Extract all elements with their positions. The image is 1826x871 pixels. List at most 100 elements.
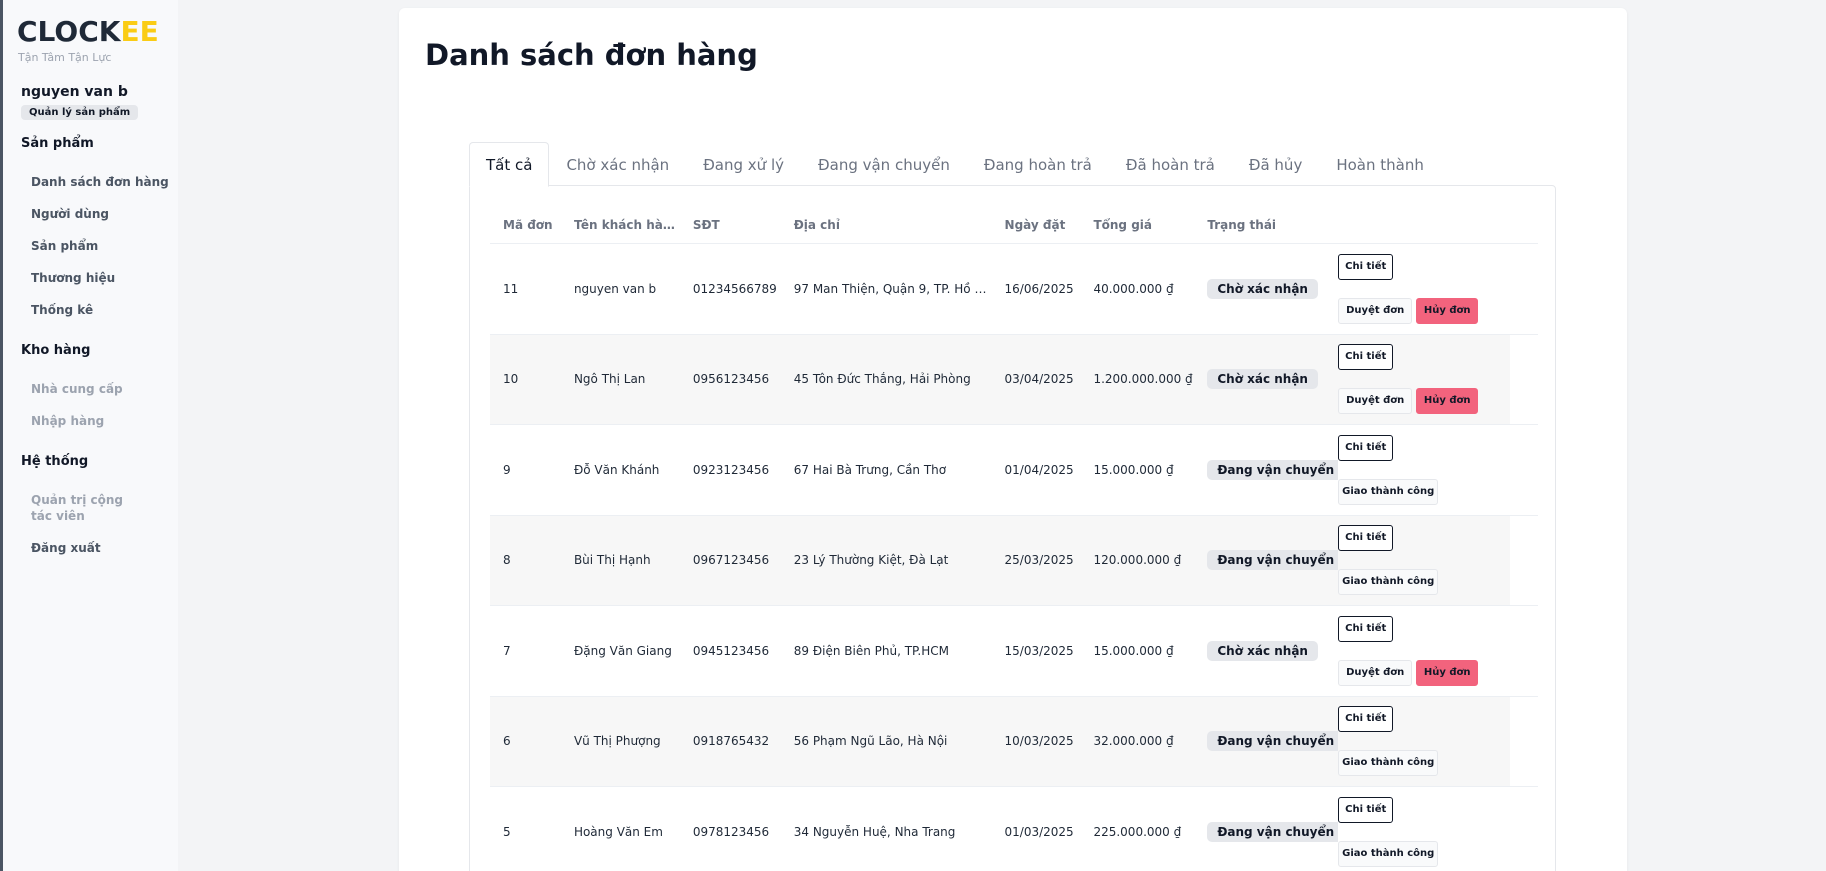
- sidebar: CLOCKEE Tận Tâm Tận Lực nguyen van b Quả…: [3, 0, 178, 871]
- cancel-order-button[interactable]: Hủy đơn: [1416, 297, 1479, 324]
- sidebar-item-suppliers[interactable]: Nhà cung cấp: [3, 381, 178, 397]
- detail-button[interactable]: Chi tiết: [1338, 796, 1394, 823]
- header-customer-name: Tên khách hàng: [573, 217, 680, 232]
- customer-phone: 0956123456: [692, 372, 770, 387]
- sidebar-item-statistics[interactable]: Thống kê: [3, 302, 178, 318]
- status-badge: Chờ xác nhận: [1207, 640, 1318, 661]
- customer-address: 56 Phạm Ngũ Lão, Hà Nội: [793, 734, 948, 749]
- header-status: Trạng thái: [1207, 217, 1277, 232]
- tab-completed[interactable]: Hoàn thành: [1319, 142, 1441, 186]
- order-date: 15/03/2025: [1004, 643, 1074, 658]
- tab-pending[interactable]: Chờ xác nhận: [549, 142, 686, 186]
- page-title: Danh sách đơn hàng: [425, 38, 758, 72]
- brand-name-main: CLOCK: [17, 15, 121, 48]
- cancel-order-button[interactable]: Hủy đơn: [1416, 659, 1479, 686]
- customer-phone: 0918765432: [692, 734, 770, 749]
- status-badge: Đang vận chuyển: [1207, 731, 1339, 752]
- detail-button[interactable]: Chi tiết: [1338, 253, 1394, 280]
- customer-name: Bùi Thị Hạnh: [573, 553, 651, 568]
- status-badge: Đang vận chuyển: [1207, 550, 1339, 571]
- detail-button[interactable]: Chi tiết: [1338, 706, 1394, 733]
- order-total: 15.000.000 ₫: [1093, 643, 1174, 658]
- customer-address: 45 Tôn Đức Thắng, Hải Phòng: [793, 372, 971, 387]
- status-badge: Chờ xác nhận: [1207, 369, 1318, 390]
- status-cell: Đang vận chuyển: [1194, 731, 1339, 752]
- customer-phone: 0923123456: [692, 462, 770, 477]
- actions-cell: Chi tiết Giao thành công: [1338, 796, 1538, 867]
- tab-shipping[interactable]: Đang vận chuyển: [801, 142, 967, 186]
- header-order-id: Mã đơn: [503, 217, 553, 232]
- customer-address: 89 Điện Biên Phủ, TP.HCM: [793, 643, 949, 658]
- order-total: 120.000.000 ₫: [1093, 553, 1182, 568]
- table-row: 10 Ngô Thị Lan 0956123456 45 Tôn Đức Thắ…: [490, 334, 1538, 425]
- tab-all[interactable]: Tất cả: [469, 142, 550, 187]
- customer-name: Đặng Văn Giang: [573, 643, 672, 658]
- customer-name: Ngô Thị Lan: [573, 372, 646, 387]
- sidebar-item-products[interactable]: Sản phẩm: [3, 238, 178, 254]
- order-id: 10: [503, 372, 519, 387]
- status-cell: Chờ xác nhận: [1194, 278, 1338, 299]
- actions-cell: Chi tiết Duyệt đơn Hủy đơn: [1338, 615, 1538, 686]
- header-order-date: Ngày đặt: [1004, 217, 1066, 232]
- status-badge: Chờ xác nhận: [1207, 278, 1318, 299]
- main-card: Danh sách đơn hàng Tất cả Chờ xác nhận Đ…: [399, 8, 1627, 871]
- customer-name: nguyen van b: [573, 281, 657, 296]
- detail-button[interactable]: Chi tiết: [1338, 344, 1394, 371]
- table-row: 9 Đỗ Văn Khánh 0923123456 67 Hai Bà Trưn…: [490, 425, 1538, 516]
- customer-name: Vũ Thị Phượng: [573, 734, 661, 749]
- approve-order-button[interactable]: Duyệt đơn: [1338, 297, 1413, 324]
- cancel-order-button[interactable]: Hủy đơn: [1416, 388, 1479, 415]
- order-date: 25/03/2025: [1004, 553, 1074, 568]
- sidebar-item-order-list[interactable]: Danh sách đơn hàng: [3, 174, 178, 190]
- tab-returning[interactable]: Đang hoàn trả: [967, 142, 1109, 186]
- order-total: 15.000.000 ₫: [1093, 462, 1174, 477]
- status-cell: Chờ xác nhận: [1194, 640, 1338, 661]
- order-date: 03/04/2025: [1004, 372, 1074, 387]
- delivered-button[interactable]: Giao thành công: [1338, 478, 1439, 505]
- order-id: 7: [503, 643, 511, 658]
- customer-address: 34 Nguyễn Huệ, Nha Trang: [793, 824, 956, 839]
- actions-cell: Chi tiết Giao thành công: [1338, 434, 1538, 505]
- sidebar-item-logout[interactable]: Đăng xuất: [3, 540, 178, 556]
- order-id: 6: [503, 734, 511, 749]
- delivered-button[interactable]: Giao thành công: [1338, 569, 1439, 596]
- actions-cell: Chi tiết Giao thành công: [1338, 706, 1538, 777]
- detail-button[interactable]: Chi tiết: [1338, 525, 1394, 552]
- customer-address: 97 Man Thiện, Quận 9, TP. Hồ Chí Minh: [793, 281, 992, 296]
- order-date: 01/04/2025: [1004, 462, 1074, 477]
- table-row: 8 Bùi Thị Hạnh 0967123456 23 Lý Thường K…: [490, 515, 1538, 606]
- tab-cancelled[interactable]: Đã hủy: [1232, 142, 1319, 186]
- customer-name: Đỗ Văn Khánh: [573, 462, 660, 477]
- table-row: 6 Vũ Thị Phượng 0918765432 56 Phạm Ngũ L…: [490, 696, 1538, 787]
- header-phone: SĐT: [692, 217, 720, 232]
- tab-returned[interactable]: Đã hoàn trả: [1109, 142, 1232, 186]
- status-badge: Đang vận chuyển: [1207, 821, 1339, 842]
- status-badge: Đang vận chuyển: [1207, 459, 1339, 480]
- order-total: 225.000.000 ₫: [1093, 824, 1182, 839]
- approve-order-button[interactable]: Duyệt đơn: [1338, 388, 1413, 415]
- status-cell: Đang vận chuyển: [1194, 459, 1339, 480]
- sidebar-item-users[interactable]: Người dùng: [3, 206, 178, 222]
- sidebar-item-brands[interactable]: Thương hiệu: [3, 270, 178, 286]
- customer-phone: 0978123456: [692, 824, 770, 839]
- order-date: 10/03/2025: [1004, 734, 1074, 749]
- orders-table: Mã đơn Tên khách hàng SĐT Địa chỉ Ngày đ…: [490, 206, 1538, 871]
- order-date: 01/03/2025: [1004, 824, 1074, 839]
- delivered-button[interactable]: Giao thành công: [1338, 840, 1439, 867]
- actions-cell: Chi tiết Duyệt đơn Hủy đơn: [1338, 344, 1538, 415]
- status-cell: Đang vận chuyển: [1194, 821, 1339, 842]
- delivered-button[interactable]: Giao thành công: [1338, 750, 1439, 777]
- sidebar-item-imports[interactable]: Nhập hàng: [3, 413, 178, 429]
- order-total: 32.000.000 ₫: [1093, 734, 1174, 749]
- status-cell: Đang vận chuyển: [1194, 550, 1339, 571]
- brand-name-accent: EE: [120, 15, 159, 48]
- tab-processing[interactable]: Đang xử lý: [686, 142, 801, 186]
- sidebar-group-system: Hệ thống: [21, 454, 89, 469]
- sidebar-item-collaborators[interactable]: Quản trị cộng tác viên: [3, 492, 128, 524]
- sidebar-group-warehouse: Kho hàng: [21, 343, 91, 358]
- brand-logo[interactable]: CLOCKEE: [3, 18, 178, 46]
- detail-button[interactable]: Chi tiết: [1338, 434, 1394, 461]
- detail-button[interactable]: Chi tiết: [1338, 615, 1394, 642]
- user-role-badge: Quản lý sản phẩm: [21, 105, 139, 120]
- approve-order-button[interactable]: Duyệt đơn: [1338, 659, 1413, 686]
